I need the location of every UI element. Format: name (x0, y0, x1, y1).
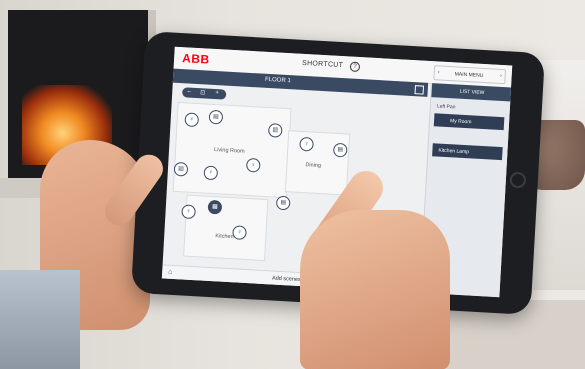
list-item-kitchen-lamp[interactable]: Kitchen Lamp (432, 143, 503, 161)
chevron-right-icon[interactable]: › (500, 73, 502, 79)
list-subheader: Left Pan (436, 103, 456, 111)
help-icon[interactable]: ? (349, 61, 361, 73)
tablet-home-button[interactable] (509, 171, 527, 189)
page-title: SHORTCUT (301, 59, 344, 70)
expand-icon[interactable] (414, 85, 425, 95)
back-icon[interactable]: ← (186, 88, 192, 94)
view-icon[interactable]: ⊡ (200, 89, 205, 96)
add-icon[interactable]: + (215, 90, 219, 96)
right-hand (300, 210, 450, 369)
left-sleeve (0, 270, 80, 369)
chevron-left-icon[interactable]: ‹ (438, 69, 440, 75)
home-icon[interactable]: ⌂ (168, 269, 173, 276)
main-menu-nav[interactable]: ‹ MAIN MENU › (433, 65, 507, 85)
room-dining[interactable]: Dining (284, 130, 351, 196)
list-view-label[interactable]: LIST VIEW (460, 89, 485, 96)
list-item-label[interactable]: My Room (450, 118, 472, 125)
room-label-kitchen: Kitchen (215, 233, 234, 241)
list-item-my-room[interactable]: My Room (433, 113, 505, 131)
main-menu-label[interactable]: MAIN MENU (455, 71, 484, 79)
plan-toolbar[interactable]: ← ⊡ + (181, 87, 227, 100)
room-label-dining: Dining (305, 162, 322, 170)
floor-label[interactable]: FLOOR 1 (265, 77, 291, 84)
blind-icon[interactable]: ▤ (275, 195, 291, 211)
room-label-living: Living Room (213, 147, 245, 155)
photo-scene: ABB SHORTCUT ? ‹ MAIN MENU › FLOOR 1 ← ⊡… (0, 0, 585, 369)
list-item-label[interactable]: Kitchen Lamp (438, 148, 469, 156)
abb-logo: ABB (181, 51, 211, 67)
room-kitchen[interactable]: Kitchen (183, 194, 269, 262)
